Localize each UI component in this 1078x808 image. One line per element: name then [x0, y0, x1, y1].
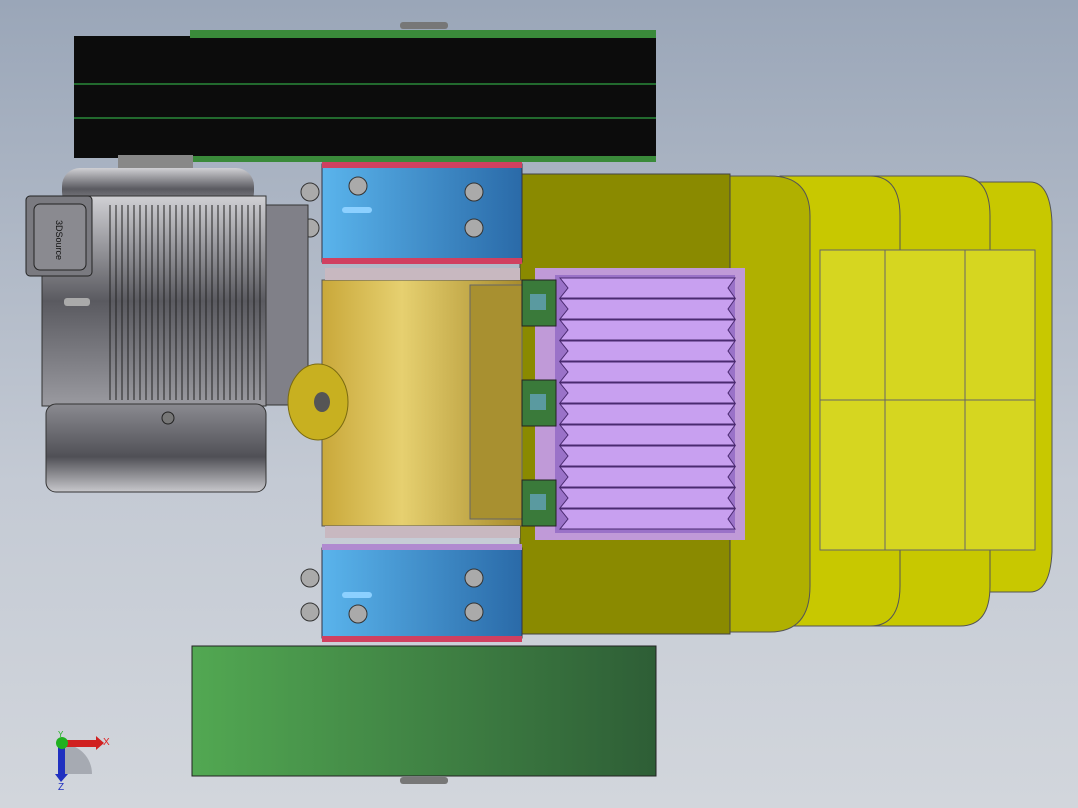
bearing-housing-top	[300, 162, 523, 264]
crushing-teeth	[535, 268, 745, 540]
crusher-tooth	[558, 424, 736, 446]
crusher-tooth	[558, 382, 736, 404]
x-axis-label: X	[103, 737, 110, 748]
crusher-tooth	[558, 361, 736, 383]
crusher-tooth	[558, 298, 736, 320]
roller-clamps	[521, 279, 557, 527]
crusher-tooth	[558, 340, 736, 362]
crusher-tooth	[558, 487, 736, 509]
crusher-tooth	[558, 319, 736, 341]
electric-motor: 3DSource	[25, 155, 309, 493]
lifting-eye	[287, 363, 349, 441]
axis-triad: X Y Z	[55, 730, 110, 793]
crusher-roller	[321, 268, 523, 538]
cad-viewport[interactable]: 3DSource X Y Z	[0, 0, 1078, 808]
bottom-pulley	[191, 645, 657, 784]
crusher-tooth	[558, 508, 736, 530]
crusher-tooth	[558, 403, 736, 425]
crusher-tooth	[558, 466, 736, 488]
top-drive-belt	[74, 22, 656, 162]
z-axis-label: Z	[58, 782, 64, 793]
crusher-tooth	[558, 277, 736, 299]
crusher-tooth	[558, 445, 736, 467]
motor-nameplate-text: 3DSource	[54, 220, 64, 260]
bearing-housing-bottom	[300, 544, 523, 642]
y-axis-label: Y	[58, 730, 64, 739]
